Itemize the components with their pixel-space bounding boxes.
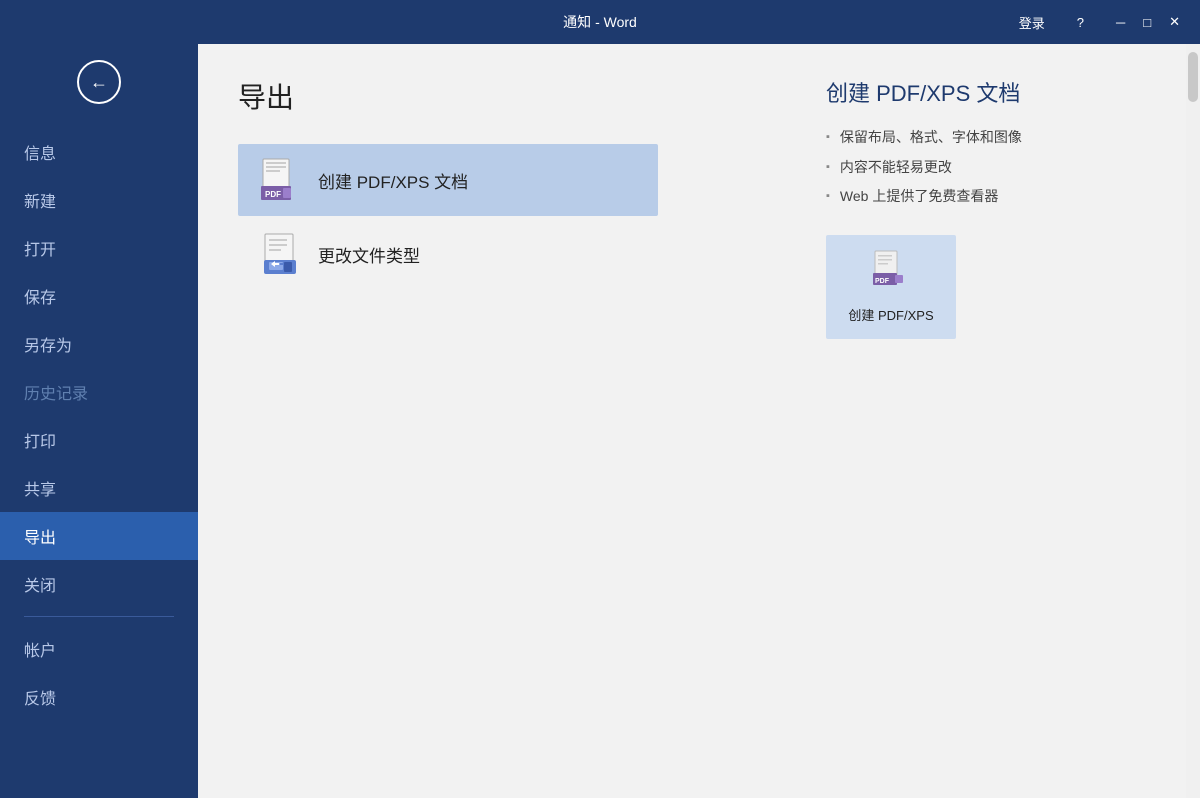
minimize-button[interactable]: ─ bbox=[1108, 10, 1133, 34]
page-title: 导出 bbox=[238, 76, 766, 116]
sidebar-nav: 信息 新建 打开 保存 另存为 历史记录 打印 共享 导出 关闭 帐户 反馈 bbox=[0, 120, 198, 798]
export-option-filetype-label: 更改文件类型 bbox=[318, 242, 420, 267]
title-bar-controls: 登录 ? ─ □ ✕ bbox=[1011, 9, 1188, 36]
bullet-text-3: Web 上提供了免费查看器 bbox=[840, 187, 998, 207]
sidebar-item-baocun[interactable]: 保存 bbox=[0, 272, 198, 320]
create-btn-container: PDF 创建 PDF/XPS bbox=[826, 235, 1146, 339]
sidebar-item-xinxi[interactable]: 信息 bbox=[0, 128, 198, 176]
app-body: ← 信息 新建 打开 保存 另存为 历史记录 打印 共享 导出 关闭 帐户 反馈… bbox=[0, 44, 1200, 798]
bullet-item-2: ▪ 内容不能轻易更改 bbox=[826, 158, 1146, 178]
back-button[interactable]: ← bbox=[77, 60, 121, 104]
scrollbar-thumb[interactable] bbox=[1188, 52, 1198, 102]
content-main: 导出 PDF bbox=[198, 44, 806, 798]
scrollbar[interactable] bbox=[1186, 44, 1200, 798]
create-pdf-button-icon: PDF bbox=[867, 249, 915, 300]
filetype-icon bbox=[258, 232, 302, 276]
sidebar-bottom: 帐户 反馈 bbox=[0, 625, 198, 729]
sidebar-item-guanbi[interactable]: 关闭 bbox=[0, 560, 198, 608]
svg-text:PDF: PDF bbox=[265, 190, 281, 199]
bullet-icon-3: ▪ bbox=[826, 189, 830, 204]
sidebar-item-lingyun[interactable]: 另存为 bbox=[0, 320, 198, 368]
bullet-icon-1: ▪ bbox=[826, 130, 830, 145]
sidebar-item-dayin[interactable]: 打印 bbox=[0, 416, 198, 464]
right-panel-bullets: ▪ 保留布局、格式、字体和图像 ▪ 内容不能轻易更改 ▪ Web 上提供了免费查… bbox=[826, 128, 1146, 207]
sidebar-divider bbox=[24, 616, 174, 617]
bullet-item-3: ▪ Web 上提供了免费查看器 bbox=[826, 187, 1146, 207]
title-bar-title: 通知 - Word bbox=[563, 12, 637, 32]
content-area: 导出 PDF bbox=[198, 44, 1200, 798]
bullet-icon-2: ▪ bbox=[826, 160, 830, 175]
bullet-text-2: 内容不能轻易更改 bbox=[840, 158, 952, 178]
help-button[interactable]: ? bbox=[1069, 11, 1092, 34]
right-panel-title: 创建 PDF/XPS 文档 bbox=[826, 76, 1146, 108]
login-button[interactable]: 登录 bbox=[1011, 9, 1053, 36]
pdf-xps-icon: PDF bbox=[258, 158, 302, 202]
bullet-item-1: ▪ 保留布局、格式、字体和图像 bbox=[826, 128, 1146, 148]
export-options: PDF 创建 PDF/XPS 文档 bbox=[238, 144, 658, 290]
sidebar-back-section: ← bbox=[0, 44, 198, 120]
sidebar: ← 信息 新建 打开 保存 另存为 历史记录 打印 共享 导出 关闭 帐户 反馈 bbox=[0, 44, 198, 798]
title-bar: 通知 - Word 登录 ? ─ □ ✕ bbox=[0, 0, 1200, 44]
back-arrow-icon: ← bbox=[90, 72, 108, 93]
sidebar-item-daochu[interactable]: 导出 bbox=[0, 512, 198, 560]
sidebar-item-zhanghu[interactable]: 帐户 bbox=[0, 625, 198, 673]
sidebar-item-fankui[interactable]: 反馈 bbox=[0, 673, 198, 721]
close-button[interactable]: ✕ bbox=[1161, 10, 1188, 34]
sidebar-item-lishi: 历史记录 bbox=[0, 368, 198, 416]
bullet-text-1: 保留布局、格式、字体和图像 bbox=[840, 128, 1022, 148]
sidebar-item-dakai[interactable]: 打开 bbox=[0, 224, 198, 272]
window-controls: ─ □ ✕ bbox=[1108, 10, 1188, 34]
create-pdf-button[interactable]: PDF 创建 PDF/XPS bbox=[826, 235, 956, 339]
export-option-filetype[interactable]: 更改文件类型 bbox=[238, 218, 658, 290]
export-option-pdf[interactable]: PDF 创建 PDF/XPS 文档 bbox=[238, 144, 658, 216]
maximize-button[interactable]: □ bbox=[1135, 10, 1159, 34]
right-panel: 创建 PDF/XPS 文档 ▪ 保留布局、格式、字体和图像 ▪ 内容不能轻易更改… bbox=[806, 44, 1186, 798]
export-option-pdf-label: 创建 PDF/XPS 文档 bbox=[318, 168, 468, 193]
sidebar-item-xinjian[interactable]: 新建 bbox=[0, 176, 198, 224]
create-pdf-button-label: 创建 PDF/XPS bbox=[848, 308, 933, 325]
content-inner: 导出 PDF bbox=[198, 44, 1200, 798]
sidebar-item-gongxiang[interactable]: 共享 bbox=[0, 464, 198, 512]
svg-text:PDF: PDF bbox=[875, 278, 890, 285]
